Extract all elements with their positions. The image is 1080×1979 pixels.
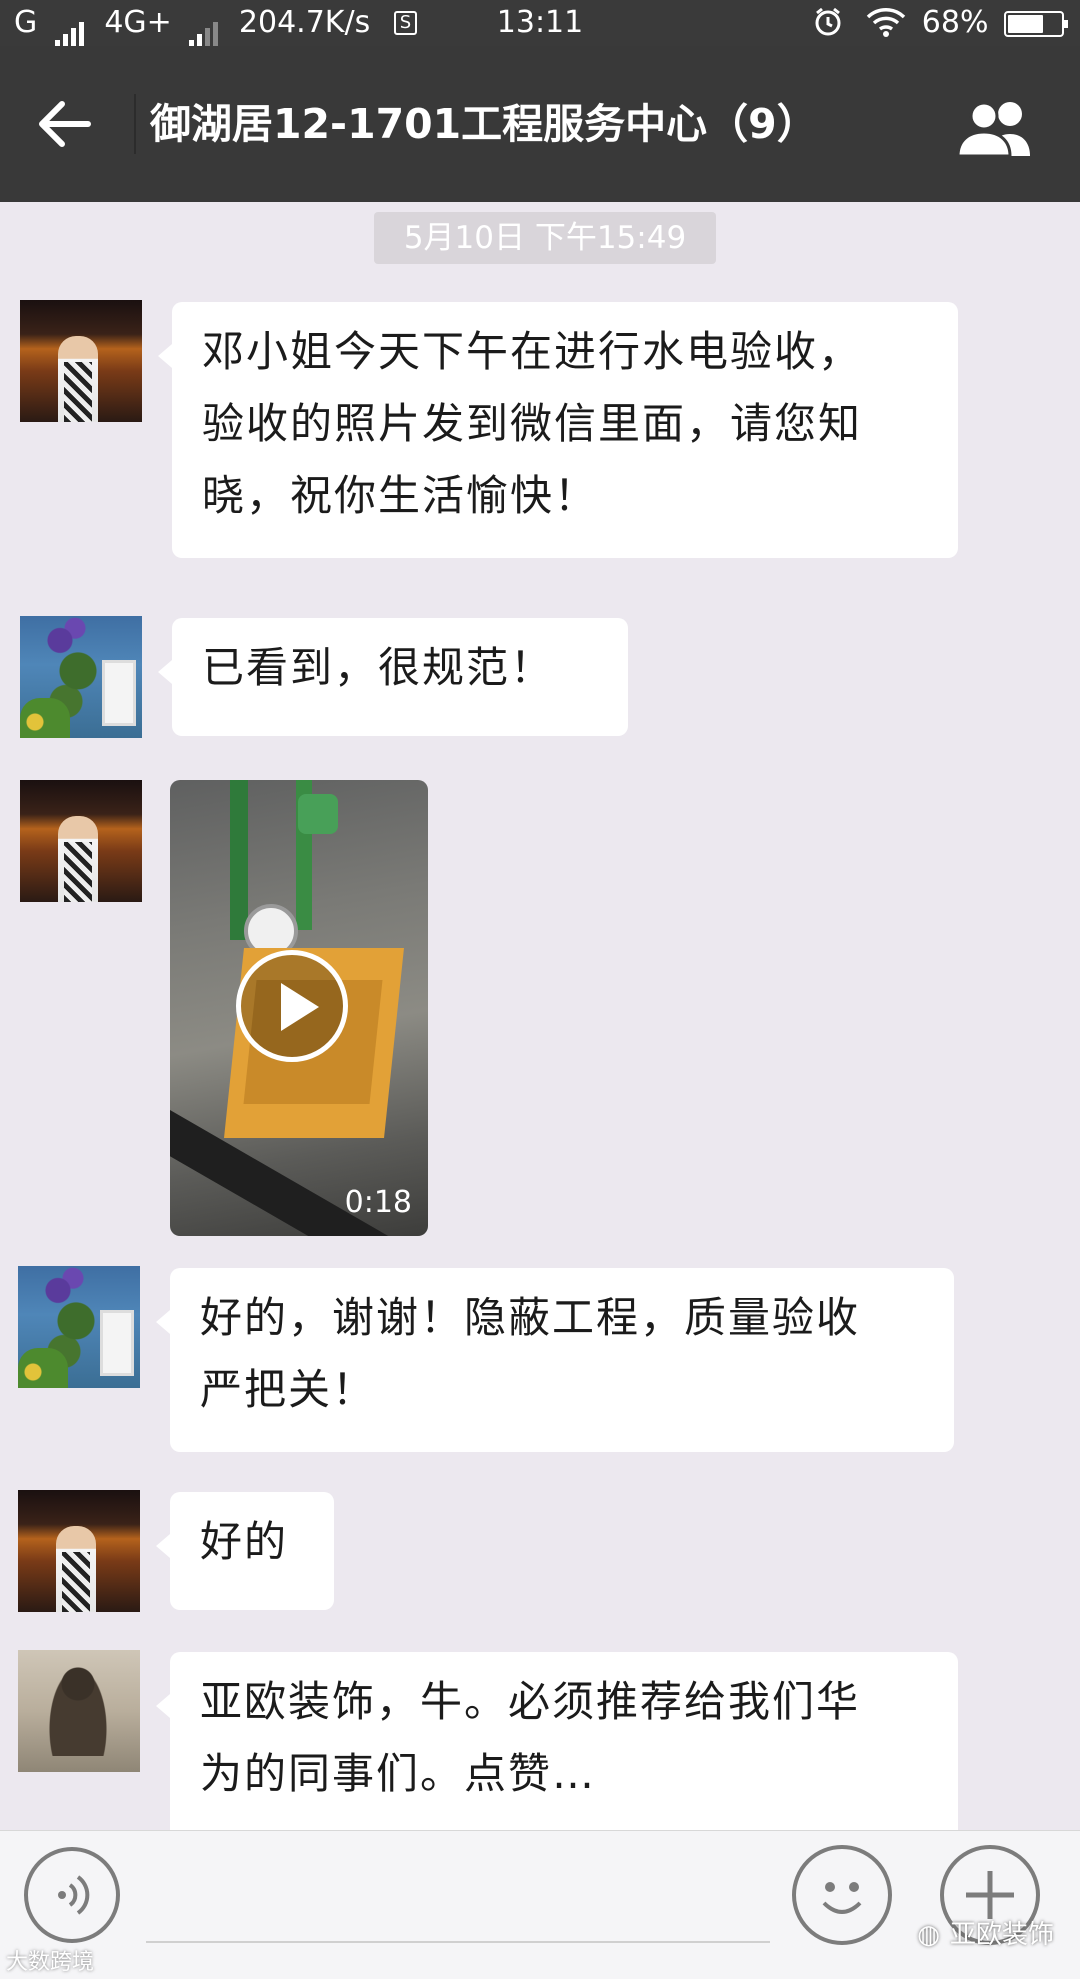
header-divider xyxy=(134,94,136,154)
group-icon xyxy=(956,101,1030,158)
chat-header: 御湖居12-1701工程服务中心（9） xyxy=(0,46,1080,202)
battery-fill xyxy=(1008,15,1044,33)
message-line: 亚欧装饰，牛。必须推荐给我们华 xyxy=(200,1677,861,1726)
message-line: 好的 xyxy=(200,1517,289,1566)
group-members-button[interactable] xyxy=(954,98,1040,158)
message-line: 验收的照片发到微信里面，请您知 xyxy=(202,399,863,448)
message-bubble[interactable]: 好的，谢谢！隐蔽工程，质量验收 严把关！ xyxy=(156,1268,954,1452)
avatar[interactable] xyxy=(20,616,142,738)
status-bar: G 4G+ 204.7K/s S 13:11 68% xyxy=(0,0,1080,50)
message-bubble[interactable]: 亚欧装饰，牛。必须推荐给我们华 为的同事们。点赞… xyxy=(156,1652,958,1830)
message-line: 邓小姐今天下午在进行水电验收， xyxy=(202,327,863,376)
message-line: 好的，谢谢！隐蔽工程，质量验收 xyxy=(200,1293,861,1342)
battery-percent: 68% xyxy=(921,5,989,40)
voice-icon xyxy=(58,1875,90,1915)
voice-input-button[interactable] xyxy=(24,1847,120,1943)
message-bubble[interactable]: 已看到，很规范！ xyxy=(158,618,628,736)
input-bar xyxy=(0,1830,1080,1979)
video-message[interactable]: 0:18 xyxy=(170,780,428,1236)
watermark-right-text: 亚欧装饰 xyxy=(949,1920,1054,1950)
message-input[interactable] xyxy=(146,1941,770,1943)
back-arrow-icon xyxy=(39,101,91,147)
battery-icon xyxy=(1004,11,1068,37)
avatar[interactable] xyxy=(18,1266,140,1388)
chat-title: 御湖居12-1701工程服务中心（9） xyxy=(150,100,818,148)
watermark-left: 大数跨境 xyxy=(6,1944,94,1976)
message-bubble[interactable]: 邓小姐今天下午在进行水电验收， 验收的照片发到微信里面，请您知 晓，祝你生活愉快… xyxy=(158,302,958,558)
back-button[interactable] xyxy=(30,88,102,160)
watermark-left-text: 大数跨境 xyxy=(6,1950,95,1975)
avatar[interactable] xyxy=(18,1650,140,1772)
message-line: 晓，祝你生活愉快！ xyxy=(202,471,599,520)
avatar[interactable] xyxy=(18,1490,140,1612)
message-line: 为的同事们。点赞… xyxy=(200,1749,597,1798)
status-right: 68% xyxy=(813,0,1068,46)
wechat-icon: ◍ xyxy=(917,1920,940,1950)
message-line: 已看到，很规范！ xyxy=(202,643,555,692)
emoji-button[interactable] xyxy=(792,1845,892,1945)
avatar[interactable] xyxy=(20,780,142,902)
message-line: 严把关！ xyxy=(200,1365,377,1414)
message-timestamp: 5月10日 下午15:49 xyxy=(374,212,716,264)
emoji-icon xyxy=(822,1882,862,1914)
wifi-icon xyxy=(866,5,922,40)
alarm-icon xyxy=(813,5,867,40)
watermark-right: ◍ 亚欧装饰 xyxy=(917,1914,1054,1951)
video-duration: 0:18 xyxy=(344,1185,412,1220)
avatar[interactable] xyxy=(20,300,142,422)
message-bubble[interactable]: 好的 xyxy=(156,1492,334,1610)
play-icon[interactable] xyxy=(236,950,348,1062)
